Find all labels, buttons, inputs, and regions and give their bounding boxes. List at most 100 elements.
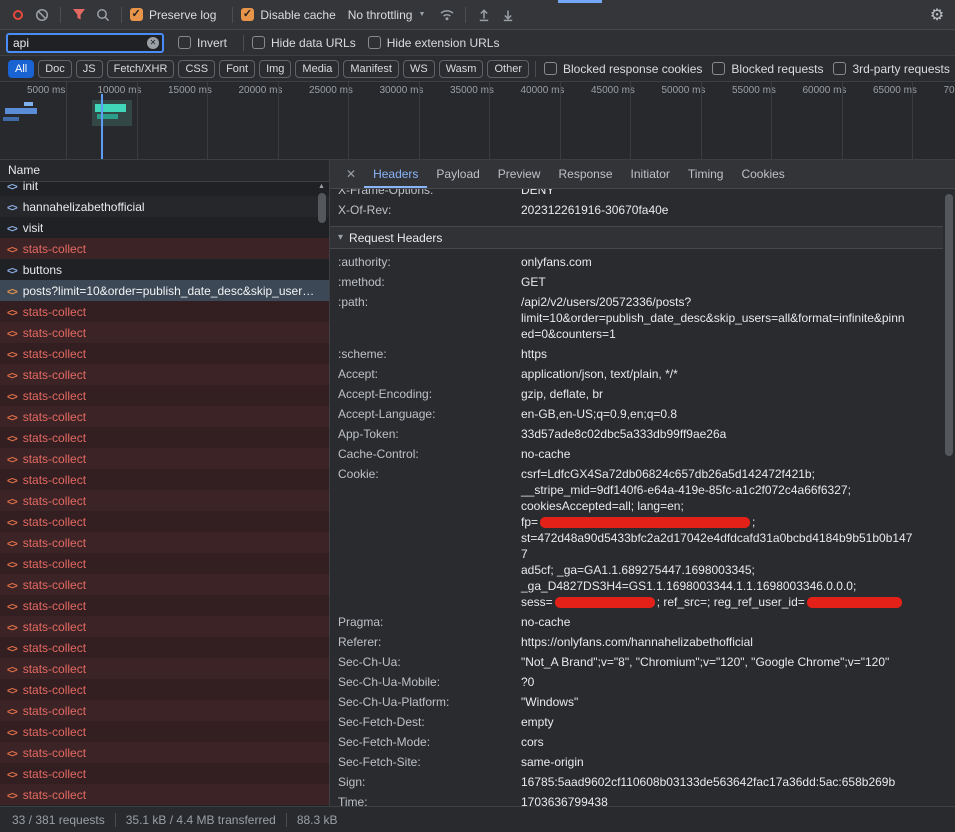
filter-pill-all[interactable]: All bbox=[8, 60, 34, 78]
tab-initiator[interactable]: Initiator bbox=[622, 160, 679, 188]
request-row[interactable]: stats-collect bbox=[0, 385, 329, 406]
request-row[interactable]: stats-collect bbox=[0, 721, 329, 742]
request-row[interactable]: stats-collect bbox=[0, 469, 329, 490]
close-details-icon[interactable]: ✕ bbox=[338, 167, 364, 181]
header-value: https://onlyfans.com/hannahelizabethoffi… bbox=[521, 634, 943, 650]
request-type-icon bbox=[7, 305, 17, 319]
timeline-gridline bbox=[207, 82, 208, 159]
details-scrollbar[interactable] bbox=[944, 190, 955, 806]
filter-pill-media[interactable]: Media bbox=[295, 60, 339, 78]
request-row[interactable]: stats-collect bbox=[0, 532, 329, 553]
request-row[interactable]: stats-collect bbox=[0, 574, 329, 595]
clear-filter-icon[interactable]: ✕ bbox=[147, 37, 159, 49]
tab-headers[interactable]: Headers bbox=[364, 160, 427, 188]
request-row[interactable]: stats-collect bbox=[0, 658, 329, 679]
settings-gear-icon[interactable]: ⚙ bbox=[925, 3, 949, 27]
header-row: App-Token:33d57ade8c02dbc5a333db99ff9ae2… bbox=[330, 424, 943, 444]
request-row[interactable]: init bbox=[0, 175, 329, 196]
request-row[interactable]: posts?limit=10&order=publish_date_desc&s… bbox=[0, 280, 329, 301]
export-har-icon[interactable] bbox=[496, 3, 520, 27]
request-row[interactable]: stats-collect bbox=[0, 742, 329, 763]
type-filter-pills: AllDocJSFetch/XHRCSSFontImgMediaManifest… bbox=[8, 60, 529, 78]
request-type-icon bbox=[7, 263, 17, 277]
request-row[interactable]: stats-collect bbox=[0, 553, 329, 574]
header-name: Cookie: bbox=[338, 466, 521, 610]
tab-timing[interactable]: Timing bbox=[679, 160, 733, 188]
request-row[interactable]: stats-collect bbox=[0, 700, 329, 721]
third-party-requests-checkbox[interactable]: 3rd-party requests bbox=[833, 62, 949, 76]
timeline-tick-label: 50000 ms bbox=[662, 85, 706, 96]
disable-cache-checkbox[interactable]: Disable cache bbox=[241, 8, 335, 22]
tab-response[interactable]: Response bbox=[549, 160, 621, 188]
throttling-dropdown[interactable]: No throttling ▼ bbox=[348, 8, 426, 22]
filter-pill-fetch-xhr[interactable]: Fetch/XHR bbox=[107, 60, 175, 78]
scroll-up-icon[interactable]: ▲ bbox=[316, 183, 327, 190]
request-name: stats-collect bbox=[23, 788, 86, 802]
request-row[interactable]: stats-collect bbox=[0, 301, 329, 322]
header-name: Accept-Encoding: bbox=[338, 386, 521, 402]
request-row[interactable]: stats-collect bbox=[0, 595, 329, 616]
filter-pill-manifest[interactable]: Manifest bbox=[343, 60, 399, 78]
request-row[interactable]: visit bbox=[0, 217, 329, 238]
request-row[interactable]: stats-collect bbox=[0, 616, 329, 637]
filter-pill-ws[interactable]: WS bbox=[403, 60, 435, 78]
search-icon[interactable] bbox=[91, 3, 115, 27]
tab-preview[interactable]: Preview bbox=[489, 160, 550, 188]
hide-data-urls-checkbox[interactable]: Hide data URLs bbox=[252, 36, 356, 50]
request-row[interactable]: buttons bbox=[0, 259, 329, 280]
header-name: Sec-Fetch-Dest: bbox=[338, 714, 521, 730]
filter-pill-font[interactable]: Font bbox=[219, 60, 255, 78]
filter-pill-wasm[interactable]: Wasm bbox=[439, 60, 484, 78]
request-row[interactable]: stats-collect bbox=[0, 763, 329, 784]
request-row[interactable]: stats-collect bbox=[0, 511, 329, 532]
filter-pill-other[interactable]: Other bbox=[487, 60, 529, 78]
request-row[interactable]: stats-collect bbox=[0, 679, 329, 700]
filter-pill-doc[interactable]: Doc bbox=[38, 60, 72, 78]
checkbox-unchecked-icon bbox=[178, 36, 191, 49]
toolbar-divider bbox=[60, 7, 61, 23]
resources-size: 88.3 kB bbox=[297, 813, 338, 827]
preserve-log-checkbox[interactable]: Preserve log bbox=[130, 8, 216, 22]
request-row[interactable]: hannahelizabethofficial bbox=[0, 196, 329, 217]
filter-input[interactable] bbox=[6, 33, 164, 53]
blocked-response-cookies-checkbox[interactable]: Blocked response cookies bbox=[544, 62, 702, 76]
requests-scrollbar[interactable]: ▲ bbox=[316, 183, 327, 806]
request-name: stats-collect bbox=[23, 683, 86, 697]
request-row[interactable]: stats-collect bbox=[0, 364, 329, 385]
scrollbar-thumb[interactable] bbox=[945, 194, 953, 456]
tab-payload[interactable]: Payload bbox=[427, 160, 488, 188]
tab-cookies[interactable]: Cookies bbox=[732, 160, 793, 188]
request-row[interactable]: stats-collect bbox=[0, 637, 329, 658]
scrollbar-thumb[interactable] bbox=[318, 193, 326, 223]
record-icon[interactable] bbox=[6, 3, 30, 27]
import-har-icon[interactable] bbox=[472, 3, 496, 27]
request-row[interactable]: stats-collect bbox=[0, 427, 329, 448]
request-row[interactable]: stats-collect bbox=[0, 784, 329, 805]
filter-pill-js[interactable]: JS bbox=[76, 60, 103, 78]
response-headers-partial: X-Frame-Options:DENYX-Of-Rev:20231226191… bbox=[330, 189, 943, 220]
request-row[interactable]: stats-collect bbox=[0, 343, 329, 364]
clear-network-log-icon[interactable] bbox=[30, 3, 54, 27]
header-name: Accept: bbox=[338, 366, 521, 382]
blocked-requests-checkbox[interactable]: Blocked requests bbox=[712, 62, 823, 76]
header-row: Pragma:no-cache bbox=[330, 612, 943, 632]
request-name: stats-collect bbox=[23, 725, 86, 739]
header-value: 33d57ade8c02dbc5a333db99ff9ae26a bbox=[521, 426, 943, 442]
hide-extension-urls-checkbox[interactable]: Hide extension URLs bbox=[368, 36, 500, 50]
request-type-icon bbox=[7, 599, 17, 613]
request-type-icon bbox=[7, 725, 17, 739]
hide-extension-urls-label: Hide extension URLs bbox=[387, 36, 500, 50]
network-overview-timeline[interactable]: 5000 ms10000 ms15000 ms20000 ms25000 ms3… bbox=[0, 82, 955, 160]
filter-icon[interactable] bbox=[67, 3, 91, 27]
invert-checkbox[interactable]: Invert bbox=[178, 36, 227, 50]
filter-pill-css[interactable]: CSS bbox=[178, 60, 215, 78]
redaction-scribble bbox=[807, 597, 902, 608]
request-row[interactable]: stats-collect bbox=[0, 406, 329, 427]
request-row[interactable]: stats-collect bbox=[0, 448, 329, 469]
request-headers-section-header[interactable]: ▾ Request Headers bbox=[330, 226, 943, 249]
network-conditions-icon[interactable] bbox=[435, 3, 459, 27]
request-row[interactable]: stats-collect bbox=[0, 490, 329, 511]
filter-pill-img[interactable]: Img bbox=[259, 60, 291, 78]
request-row[interactable]: stats-collect bbox=[0, 322, 329, 343]
request-row[interactable]: stats-collect bbox=[0, 238, 329, 259]
